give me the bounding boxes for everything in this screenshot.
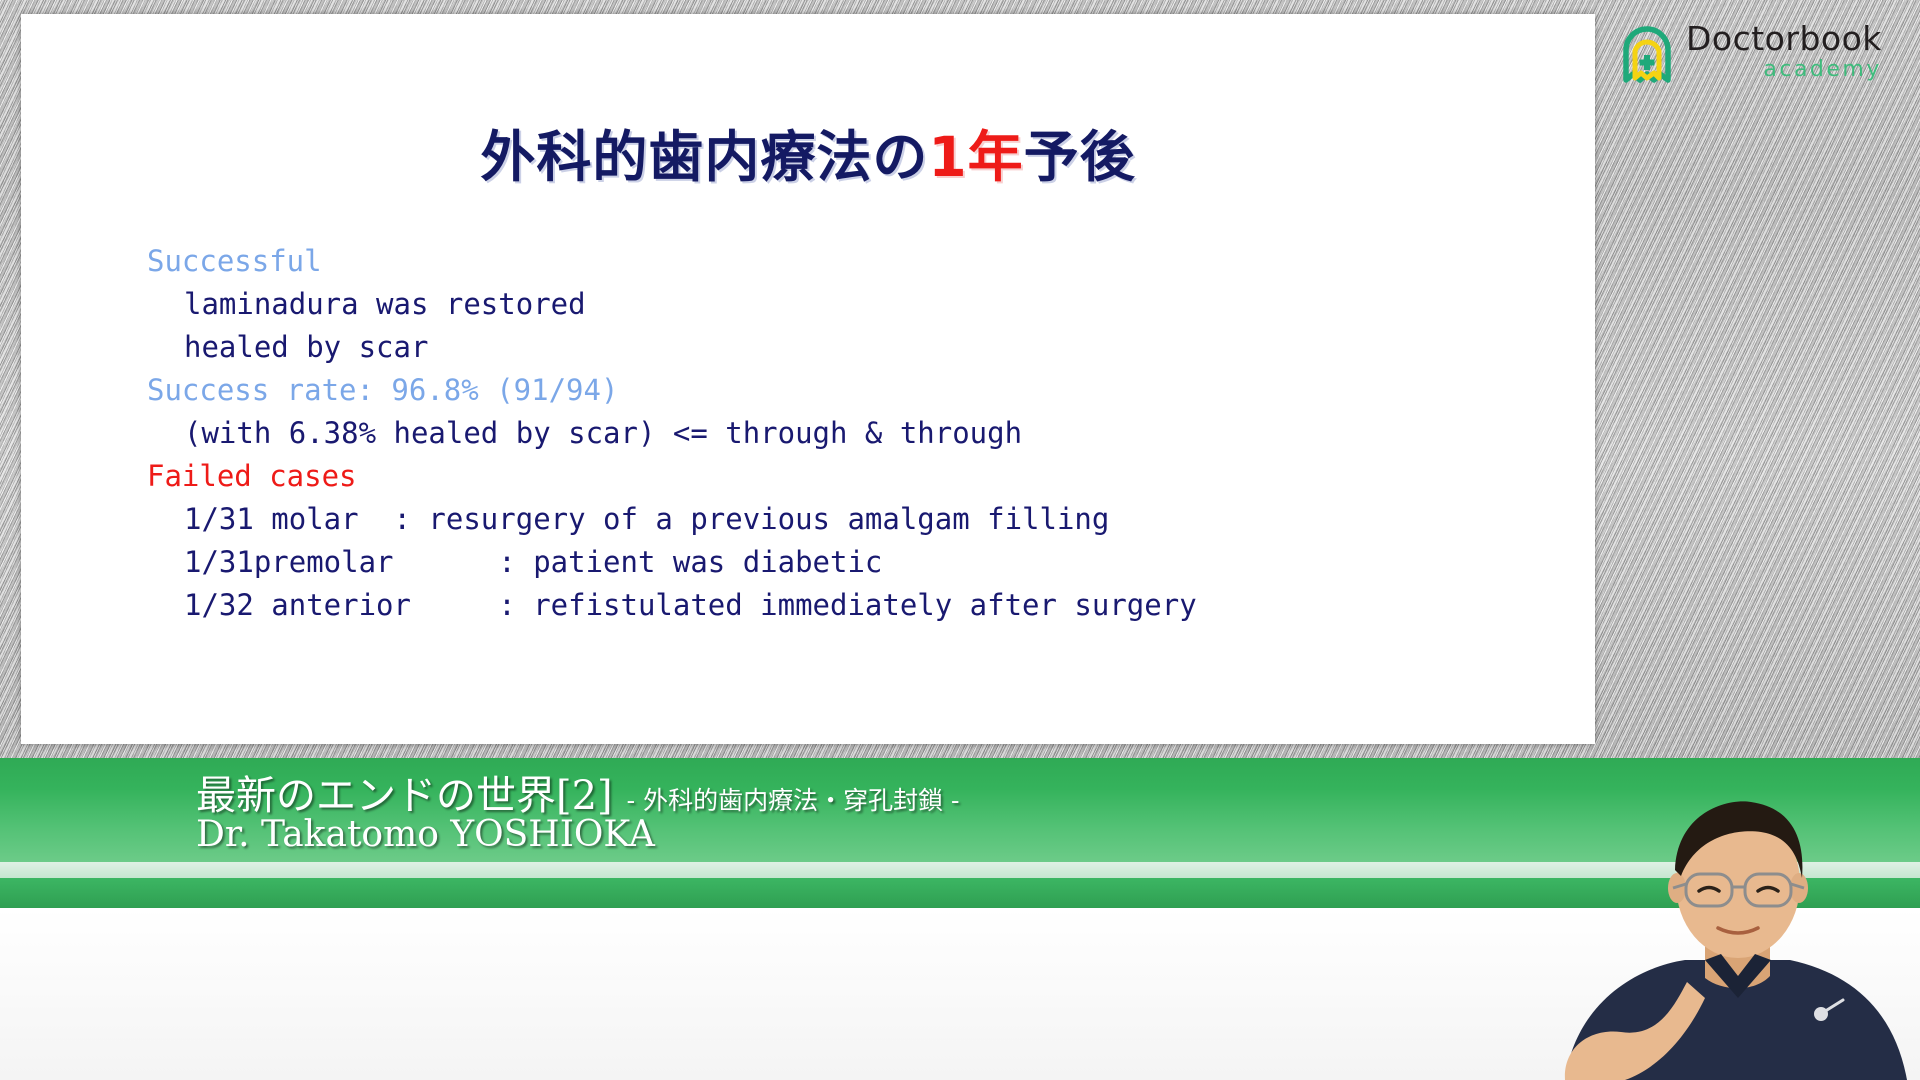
- footer-presenter-name: Dr. Takatomo YOSHIOKA: [196, 814, 655, 855]
- footer-title: 最新のエンドの世界[2] - 外科的歯内療法・穿孔封鎖 -: [196, 763, 959, 821]
- slide-body-line: healed by scar: [184, 330, 429, 364]
- slide-body-line: Successful: [147, 244, 322, 278]
- presenter-video-overlay: [1555, 792, 1920, 1080]
- slide-title: 外科的歯内療法の1年予後: [21, 112, 1595, 192]
- slide-title-suffix: 予後: [1023, 125, 1136, 189]
- slide-body-line: 1/32 anterior : refistulated immediately…: [184, 588, 1197, 622]
- slide-title-prefix: 外科的歯内療法の: [480, 125, 929, 189]
- tooth-arch-logo-icon: [1616, 24, 1678, 86]
- logo-brand-text: Doctorbook: [1686, 19, 1882, 58]
- footer-title-sub: - 外科的歯内療法・穿孔封鎖 -: [626, 786, 960, 815]
- slide-body-line: Failed cases: [147, 459, 357, 493]
- footer-title-main: 最新のエンドの世界[2]: [196, 773, 613, 819]
- slide-body-line: (with 6.38% healed by scar) <= through &…: [184, 416, 1023, 450]
- slide-body-line: 1/31 molar : resurgery of a previous ama…: [184, 502, 1110, 536]
- slide-title-highlight: 1年: [928, 125, 1024, 189]
- slide-body-line: Success rate: 96.8% (91/94): [147, 373, 619, 407]
- logo-tagline-text: academy: [1763, 57, 1882, 82]
- presentation-slide: 外科的歯内療法の1年予後 Successful laminadura was re…: [21, 14, 1595, 744]
- logo-wordmark: Doctorbook academy: [1686, 19, 1882, 83]
- slide-body-text: Successful laminadura was restored healed …: [147, 240, 1347, 627]
- doctorbook-academy-logo: Doctorbook academy: [1616, 19, 1904, 90]
- slide-body-line: laminadura was restored: [184, 287, 586, 321]
- slide-body-line: 1/31premolar : patient was diabetic: [184, 545, 883, 579]
